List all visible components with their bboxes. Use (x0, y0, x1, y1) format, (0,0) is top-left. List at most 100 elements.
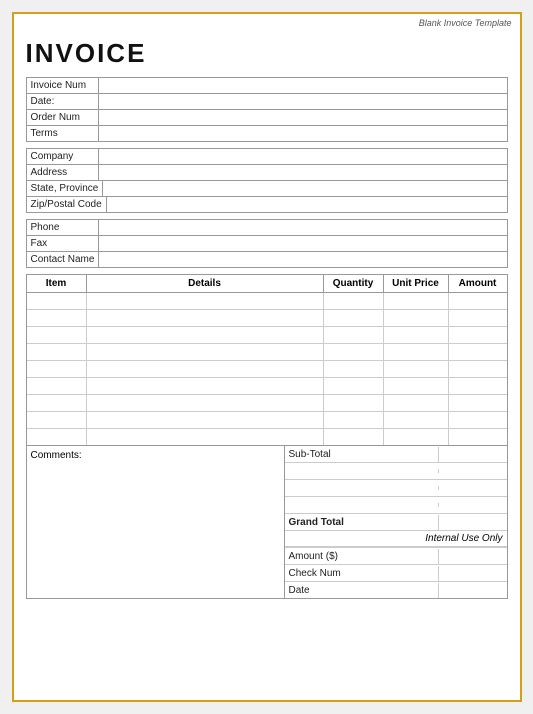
blank-row-2 (285, 480, 507, 497)
fax-value[interactable] (99, 236, 507, 251)
grand-total-value[interactable] (439, 514, 507, 530)
item-cell[interactable] (27, 412, 87, 428)
order-num-row: Order Num (27, 110, 507, 126)
qty-cell[interactable] (324, 293, 384, 309)
unit-price-cell[interactable] (384, 344, 449, 360)
item-cell[interactable] (27, 395, 87, 411)
blank-value-2[interactable] (439, 480, 507, 496)
amount-cell[interactable] (449, 429, 507, 445)
qty-cell[interactable] (324, 412, 384, 428)
qty-cell[interactable] (324, 378, 384, 394)
qty-cell[interactable] (324, 327, 384, 343)
amount-cell[interactable] (449, 361, 507, 377)
company-section: Company Address State, Province Zip/Post… (26, 148, 508, 213)
contact-name-row: Contact Name (27, 252, 507, 267)
item-cell[interactable] (27, 378, 87, 394)
address-row: Address (27, 165, 507, 181)
contact-name-value[interactable] (99, 252, 506, 267)
item-cell[interactable] (27, 344, 87, 360)
table-row (27, 327, 507, 344)
details-cell[interactable] (87, 310, 324, 326)
subtotal-label: Sub-Total (285, 447, 439, 462)
comments-area[interactable]: Comments: (27, 446, 285, 598)
zip-value[interactable] (107, 197, 507, 212)
table-row (27, 310, 507, 327)
zip-row: Zip/Postal Code (27, 197, 507, 212)
blank-value-1[interactable] (439, 463, 507, 479)
terms-label: Terms (27, 126, 99, 141)
qty-cell[interactable] (324, 361, 384, 377)
item-cell[interactable] (27, 293, 87, 309)
date-value[interactable] (99, 94, 507, 109)
company-value[interactable] (99, 149, 507, 164)
phone-label: Phone (27, 220, 99, 235)
qty-cell[interactable] (324, 310, 384, 326)
amount-cell[interactable] (449, 293, 507, 309)
bottom-section: Comments: Sub-Total Grand Total (26, 446, 508, 599)
invoice-num-label: Invoice Num (27, 78, 99, 93)
order-num-value[interactable] (99, 110, 507, 125)
item-cell[interactable] (27, 327, 87, 343)
table-row (27, 293, 507, 310)
amount-cell[interactable] (449, 327, 507, 343)
details-cell[interactable] (87, 293, 324, 309)
item-cell[interactable] (27, 310, 87, 326)
amount-cell[interactable] (449, 310, 507, 326)
contact-name-label: Contact Name (27, 252, 100, 267)
state-value[interactable] (103, 181, 506, 196)
phone-value[interactable] (99, 220, 507, 235)
date-totals-label: Date (285, 583, 439, 598)
amount-cell[interactable] (449, 344, 507, 360)
header-unit-price: Unit Price (384, 275, 449, 292)
unit-price-cell[interactable] (384, 310, 449, 326)
details-cell[interactable] (87, 327, 324, 343)
subtotal-value[interactable] (439, 446, 507, 462)
unit-price-cell[interactable] (384, 412, 449, 428)
amount-s-label: Amount ($) (285, 549, 439, 564)
fax-row: Fax (27, 236, 507, 252)
unit-price-cell[interactable] (384, 378, 449, 394)
invoice-num-value[interactable] (99, 78, 507, 93)
qty-cell[interactable] (324, 429, 384, 445)
details-cell[interactable] (87, 344, 324, 360)
qty-cell[interactable] (324, 344, 384, 360)
blank-label-1 (285, 469, 439, 473)
amount-s-value[interactable] (439, 548, 507, 564)
amount-cell[interactable] (449, 378, 507, 394)
amount-cell[interactable] (449, 395, 507, 411)
unit-price-cell[interactable] (384, 327, 449, 343)
date-row-totals: Date (285, 582, 507, 598)
grand-total-row: Grand Total (285, 514, 507, 531)
unit-price-cell[interactable] (384, 395, 449, 411)
item-cell[interactable] (27, 361, 87, 377)
unit-price-cell[interactable] (384, 429, 449, 445)
blank-label-3 (285, 503, 439, 507)
details-cell[interactable] (87, 361, 324, 377)
header-item: Item (27, 275, 87, 292)
check-num-label: Check Num (285, 566, 439, 581)
header-amount: Amount (449, 275, 507, 292)
blank-value-3[interactable] (439, 497, 507, 513)
amount-s-row: Amount ($) (285, 548, 507, 565)
qty-cell[interactable] (324, 395, 384, 411)
check-num-value[interactable] (439, 565, 507, 581)
internal-use-header-row: Internal Use Only (285, 531, 507, 548)
terms-value[interactable] (99, 126, 507, 141)
state-row: State, Province (27, 181, 507, 197)
date-row: Date: (27, 94, 507, 110)
blank-row-1 (285, 463, 507, 480)
date-totals-value[interactable] (439, 582, 507, 598)
items-table: Item Details Quantity Unit Price Amount (26, 274, 508, 446)
details-cell[interactable] (87, 429, 324, 445)
details-cell[interactable] (87, 412, 324, 428)
unit-price-cell[interactable] (384, 361, 449, 377)
details-cell[interactable] (87, 378, 324, 394)
amount-cell[interactable] (449, 412, 507, 428)
details-cell[interactable] (87, 395, 324, 411)
fax-label: Fax (27, 236, 99, 251)
invoice-info-section: Invoice Num Date: Order Num Terms (26, 77, 508, 142)
item-cell[interactable] (27, 429, 87, 445)
address-value[interactable] (99, 165, 507, 180)
unit-price-cell[interactable] (384, 293, 449, 309)
table-row (27, 395, 507, 412)
